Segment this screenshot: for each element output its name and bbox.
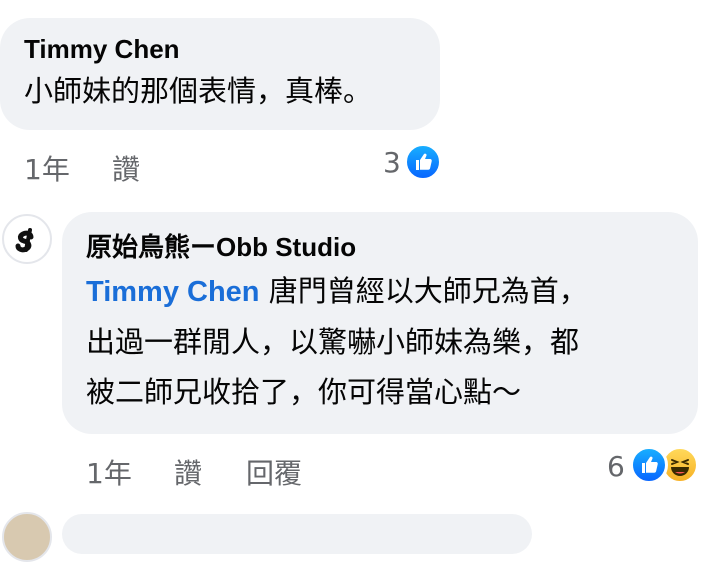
like-button[interactable]: 讚 bbox=[112, 148, 140, 188]
comment-bubble: Timmy Chen 小師妹的那個表情，真棒。 bbox=[0, 18, 440, 130]
reply-actions: 1年 讚 回覆 bbox=[62, 452, 462, 492]
comment-timestamp[interactable]: 1年 bbox=[24, 148, 70, 188]
next-comment-bubble bbox=[62, 514, 532, 554]
reply-text-line1: Timmy Chen 唐門曾經以大師兄為首， bbox=[86, 266, 698, 317]
mention-link[interactable]: Timmy Chen bbox=[86, 276, 260, 308]
avatar[interactable] bbox=[2, 512, 52, 562]
like-reaction-icon bbox=[630, 446, 668, 484]
reply-text-line3: 被二師兄收拾了，你可得當心點～ bbox=[86, 375, 522, 409]
reply-bubble: 原始鳥熊ーObb Studio Timmy Chen 唐門曾經以大師兄為首， 出… bbox=[62, 212, 698, 434]
avatar[interactable] bbox=[2, 214, 52, 264]
reply-like-button[interactable]: 讚 bbox=[174, 452, 202, 492]
like-reaction-icon bbox=[404, 143, 442, 181]
reply-author[interactable]: 原始鳥熊ーObb Studio bbox=[86, 230, 698, 264]
comment-author[interactable]: Timmy Chen bbox=[24, 32, 440, 66]
reply-text-part: 唐門曾經以大師兄為首， bbox=[259, 274, 588, 308]
reply-reaction-count[interactable]: 6 bbox=[607, 450, 625, 483]
reply-reply-button[interactable]: 回覆 bbox=[246, 452, 302, 492]
reaction-count[interactable]: 3 bbox=[383, 146, 401, 179]
reply-timestamp[interactable]: 1年 bbox=[86, 452, 132, 492]
reply-text-line2: 出過一群閒人，以驚嚇小師妹為樂，都 bbox=[86, 325, 580, 359]
comment-text: 小師妹的那個表情，真棒。 bbox=[24, 74, 373, 108]
